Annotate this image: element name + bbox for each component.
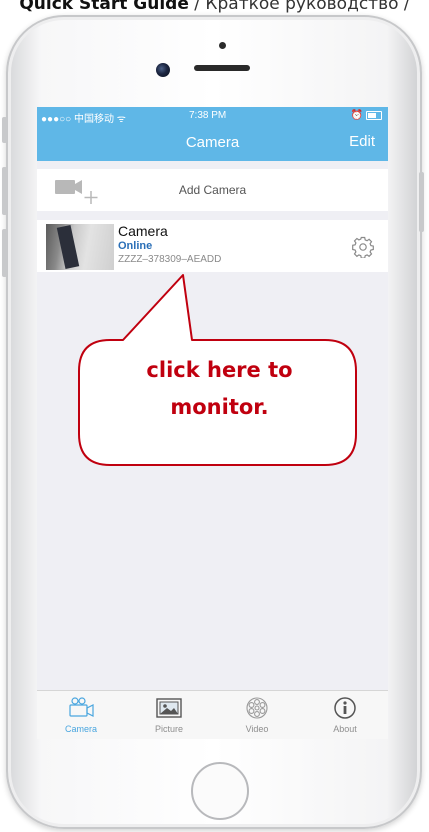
- camera-tab-icon: [69, 697, 94, 717]
- carrier-status: ●●●○○ 中国移动 ᯤ: [41, 114, 126, 125]
- info-tab-icon: [334, 697, 356, 719]
- alarm-icon: ⏰: [350, 110, 363, 121]
- gear-icon[interactable]: [352, 236, 374, 258]
- callout-text: click here to monitor.: [87, 352, 352, 426]
- picture-tab-icon: [156, 698, 182, 718]
- tab-video-label: Video: [245, 724, 269, 734]
- camera-name: Camera: [118, 223, 168, 239]
- camera-status: Online: [118, 240, 153, 252]
- camera-thumbnail: [46, 224, 114, 270]
- status-indicators: ⏰: [351, 110, 382, 121]
- home-button[interactable]: [191, 762, 249, 820]
- callout-line-2: monitor.: [170, 395, 269, 419]
- nav-bar: ●●●○○ 中国移动 ᯤ 7:38 PM ⏰ Camera Edit: [37, 107, 388, 161]
- callout-line-1: click here to: [146, 358, 293, 382]
- tab-camera[interactable]: Camera: [37, 691, 125, 739]
- tab-camera-label: Camera: [64, 724, 97, 734]
- battery-icon: [366, 111, 382, 120]
- power-button: [419, 172, 424, 232]
- tab-video[interactable]: Video: [213, 691, 301, 739]
- tab-picture[interactable]: Picture: [125, 691, 213, 739]
- mute-switch: [2, 117, 7, 143]
- camera-list-item[interactable]: Camera Online ZZZZ–378309–AEADD: [37, 220, 388, 272]
- guide-title: Quick Start Guide / Краткое руководство …: [0, 0, 429, 16]
- tab-picture-label: Picture: [154, 724, 183, 734]
- tab-about-label: About: [333, 724, 357, 734]
- volume-down-button: [2, 229, 7, 277]
- earpiece-speaker: [194, 65, 250, 71]
- tab-bar: Camera Picture Video About: [37, 690, 388, 739]
- guide-title-bold: Quick Start Guide: [19, 0, 189, 14]
- video-tab-icon: [246, 697, 268, 719]
- guide-title-rest: / Краткое руководство /: [188, 0, 410, 14]
- tab-about[interactable]: About: [301, 691, 388, 739]
- front-camera-icon: [156, 63, 170, 77]
- status-time: 7:38 PM: [189, 110, 227, 121]
- camera-uid: ZZZZ–378309–AEADD: [118, 254, 222, 265]
- add-camera-label: Add Camera: [178, 183, 247, 197]
- edit-button[interactable]: Edit: [349, 133, 375, 150]
- proximity-sensor: [219, 42, 226, 49]
- add-camera-button[interactable]: Add Camera: [37, 169, 388, 211]
- page-title: Camera: [185, 134, 240, 151]
- volume-up-button: [2, 167, 7, 215]
- thumbnail-detail: [56, 225, 80, 269]
